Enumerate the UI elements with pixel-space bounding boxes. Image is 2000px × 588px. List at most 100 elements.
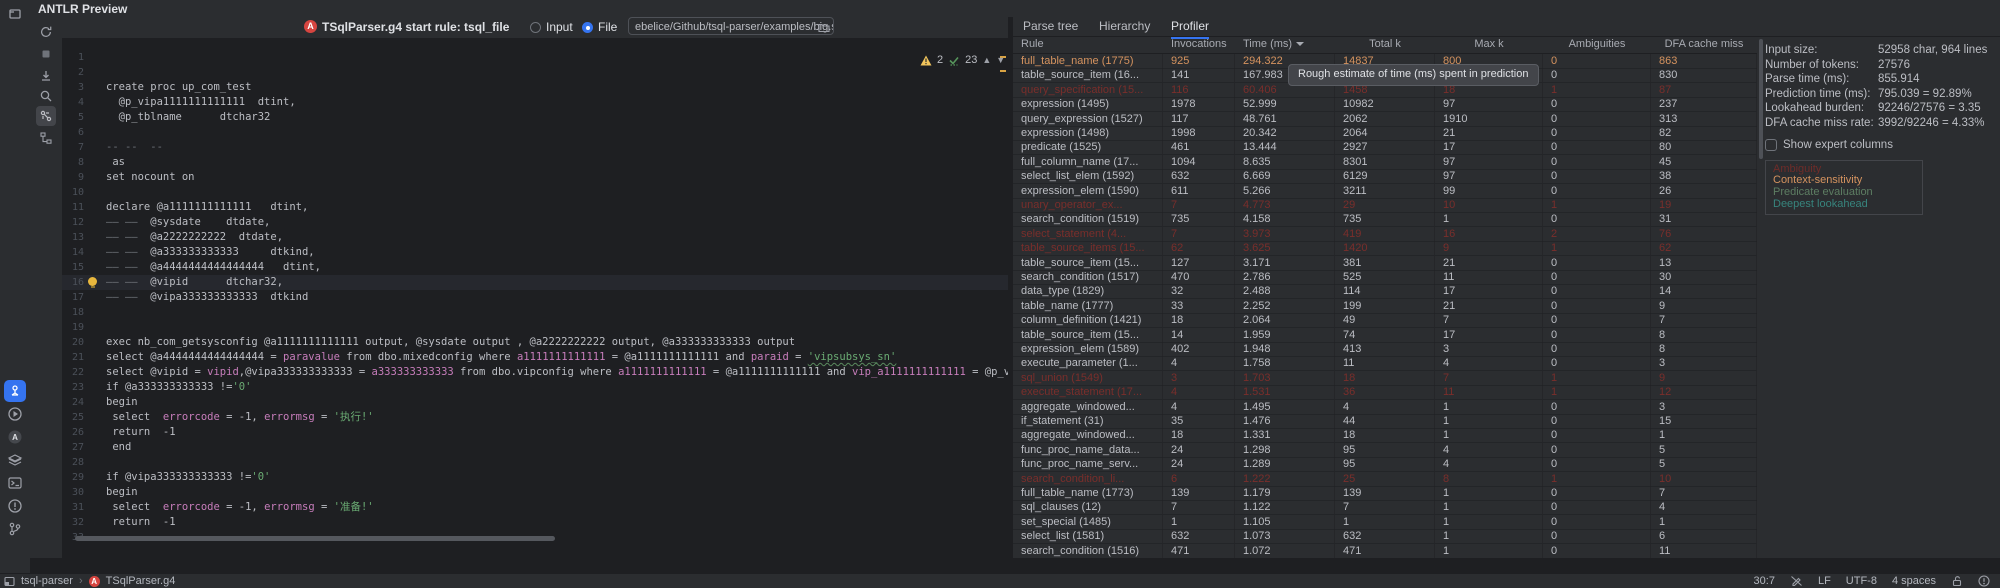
line-number[interactable]: 28 <box>62 455 84 470</box>
code-line[interactable]: 28 <box>62 455 1008 470</box>
input-radio[interactable] <box>530 22 541 33</box>
table-row[interactable]: table_source_items (15...623.62514209162 <box>1013 241 1757 256</box>
line-number[interactable]: 30 <box>62 485 84 500</box>
column-header[interactable]: Time (ms) <box>1235 37 1335 52</box>
caret-position[interactable]: 30:7 <box>1754 575 1775 587</box>
code-line[interactable]: 29if @vipa333333333333 !='0' <box>62 470 1008 485</box>
code-line[interactable]: 14—— —— @a333333333333 dtkind, <box>62 245 1008 260</box>
stop-icon[interactable] <box>36 44 56 64</box>
refresh-icon[interactable] <box>36 22 56 42</box>
code-line[interactable]: 3create proc up_com_test <box>62 80 1008 95</box>
code-line[interactable]: 11declare @a1111111111111 dtint, <box>62 200 1008 215</box>
unlocked-icon[interactable] <box>1951 575 1963 587</box>
line-number[interactable]: 22 <box>62 365 84 380</box>
table-row[interactable]: column_definition (1421)182.06449707 <box>1013 313 1757 328</box>
table-row[interactable]: predicate (1525)46113.444292717080 <box>1013 140 1757 155</box>
line-number[interactable]: 8 <box>62 155 84 170</box>
code-line[interactable]: 22select @vipid = vipid,@vipa33333333333… <box>62 365 1008 380</box>
git-branch-icon[interactable] <box>4 518 26 540</box>
line-number[interactable]: 24 <box>62 395 84 410</box>
code-line[interactable]: 17—— —— @vipa333333333333 dtkind <box>62 290 1008 305</box>
expert-columns-row[interactable]: Show expert columns <box>1765 137 1995 153</box>
table-row[interactable]: expression (1495)197852.99910982970237 <box>1013 97 1757 112</box>
line-number[interactable]: 12 <box>62 215 84 230</box>
table-row[interactable]: aggregate_windowed...181.33118101 <box>1013 428 1757 443</box>
search-icon[interactable] <box>36 86 56 106</box>
line-number[interactable]: 15 <box>62 260 84 275</box>
table-row[interactable]: select_list_elem (1592)6326.669612997038 <box>1013 169 1757 184</box>
code-line[interactable]: 4 @p_vipa1111111111111 dtint, <box>62 95 1008 110</box>
table-row[interactable]: table_source_item (15...1273.17138121013 <box>1013 256 1757 271</box>
horizontal-scrollbar[interactable] <box>75 536 555 541</box>
code-line[interactable]: 9set nocount on <box>62 170 1008 185</box>
window-icon[interactable] <box>4 576 15 587</box>
column-header[interactable]: Total k <box>1335 37 1435 52</box>
code-line[interactable]: 10 <box>62 185 1008 200</box>
tab-parse-tree[interactable]: Parse tree <box>1023 19 1078 36</box>
tab-hierarchy[interactable]: Hierarchy <box>1099 19 1150 36</box>
table-row[interactable]: aggregate_windowed...41.4954103 <box>1013 400 1757 415</box>
code-line[interactable]: 20exec nb_com_getsysconfig @a11111111111… <box>62 335 1008 350</box>
next-problem-icon[interactable]: ▼ <box>996 55 1005 65</box>
intention-bulb-icon[interactable] <box>88 277 97 286</box>
project-icon[interactable] <box>4 3 26 25</box>
status-project[interactable]: tsql-parser <box>21 575 73 587</box>
table-row[interactable]: table_source_item (15...141.959741708 <box>1013 328 1757 343</box>
code-line[interactable]: 1 <box>62 50 1008 65</box>
table-row[interactable]: search_condition (1516)4711.0724711011 <box>1013 544 1757 558</box>
column-header[interactable]: Invocations <box>1163 37 1235 52</box>
file-radio-label[interactable]: File <box>598 20 617 34</box>
line-ending[interactable]: LF <box>1818 575 1831 587</box>
code-line[interactable]: 18 <box>62 305 1008 320</box>
line-number[interactable]: 14 <box>62 245 84 260</box>
line-number[interactable]: 31 <box>62 500 84 515</box>
line-number[interactable]: 3 <box>62 80 84 95</box>
antlr-logo-icon[interactable]: A <box>4 426 26 448</box>
line-number[interactable]: 19 <box>62 320 84 335</box>
code-line[interactable]: 6 <box>62 125 1008 140</box>
table-row[interactable]: execute_parameter (1...41.75811403 <box>1013 356 1757 371</box>
highlight-off-icon[interactable] <box>1790 575 1803 587</box>
table-row[interactable]: sql_union (1549)31.70318719 <box>1013 371 1757 386</box>
column-header[interactable]: Rule <box>1013 37 1163 52</box>
code-line[interactable]: 23if @a333333333333 !='0' <box>62 380 1008 395</box>
line-number[interactable]: 13 <box>62 230 84 245</box>
code-line[interactable]: 16—— —— @vipid dtchar32, <box>62 275 1008 290</box>
code-line[interactable]: 8 as <box>62 155 1008 170</box>
line-number[interactable]: 25 <box>62 410 84 425</box>
line-number[interactable]: 16 <box>62 275 84 290</box>
code-line[interactable]: 5 @p_tblname dtchar32 <box>62 110 1008 125</box>
line-number[interactable]: 17 <box>62 290 84 305</box>
problems-icon[interactable] <box>4 495 26 517</box>
table-row[interactable]: full_column_name (17...10948.63583019704… <box>1013 155 1757 170</box>
table-row[interactable]: expression (1498)199820.342206421082 <box>1013 126 1757 141</box>
table-row[interactable]: expression_elem (1590)6115.266321199026 <box>1013 184 1757 199</box>
code-line[interactable]: 30begin <box>62 485 1008 500</box>
table-row[interactable]: set_special (1485)11.1051101 <box>1013 515 1757 530</box>
expert-columns-checkbox[interactable] <box>1765 139 1777 151</box>
line-number[interactable]: 32 <box>62 515 84 530</box>
hierarchy-icon[interactable] <box>36 128 56 148</box>
inspections-widget[interactable]: 2 23 ▲ ▼ <box>920 52 1005 68</box>
line-number[interactable]: 23 <box>62 380 84 395</box>
column-header[interactable]: Ambiguities <box>1543 37 1651 52</box>
line-number[interactable]: 1 <box>62 50 84 65</box>
file-path-field[interactable]: ebelice/Github/tsql-parser/examples/big.… <box>628 17 834 35</box>
code-line[interactable]: 27 end <box>62 440 1008 455</box>
column-header[interactable]: Max k <box>1435 37 1543 52</box>
table-row[interactable]: execute_statement (17...41.5313611112 <box>1013 385 1757 400</box>
code-line[interactable]: 25 select errorcode = -1, errormsg = '执行… <box>62 410 1008 425</box>
line-number[interactable]: 20 <box>62 335 84 350</box>
file-encoding[interactable]: UTF-8 <box>1846 575 1877 587</box>
prev-problem-icon[interactable]: ▲ <box>982 55 991 65</box>
code-editor[interactable]: 12 3create proc up_com_test4 @p_vipa11111… <box>62 38 1008 558</box>
code-line[interactable]: 7-- -- -- <box>62 140 1008 155</box>
line-number[interactable]: 18 <box>62 305 84 320</box>
table-row[interactable]: query_expression (1527)11748.76120621910… <box>1013 112 1757 127</box>
line-number[interactable]: 7 <box>62 140 84 155</box>
terminal-icon[interactable] <box>4 472 26 494</box>
download-icon[interactable] <box>36 66 56 86</box>
line-number[interactable]: 5 <box>62 110 84 125</box>
line-number[interactable]: 29 <box>62 470 84 485</box>
code-line[interactable]: 24begin <box>62 395 1008 410</box>
